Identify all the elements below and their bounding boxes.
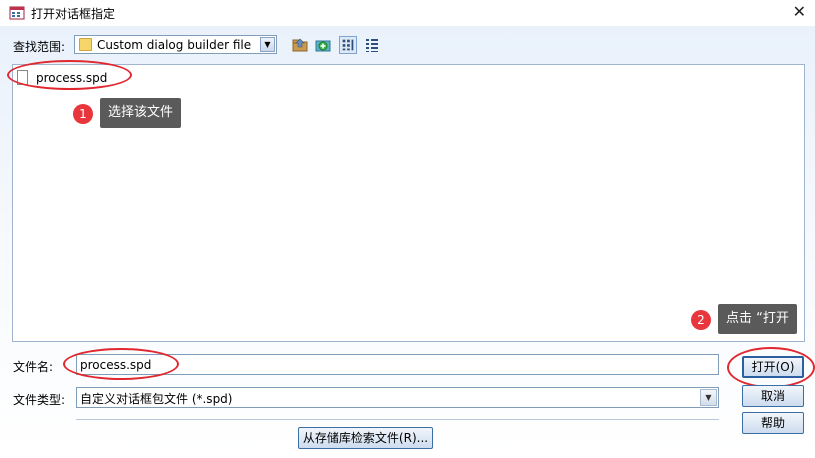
filename-label: 文件名: [13, 360, 54, 374]
list-view-icon[interactable] [339, 36, 357, 54]
file-name: process.spd [36, 71, 108, 85]
chevron-down-icon[interactable]: ▼ [260, 37, 275, 52]
help-button[interactable]: 帮助 [742, 412, 804, 434]
divider [76, 419, 719, 420]
app-icon [9, 6, 25, 20]
step-badge-2: 2 [691, 310, 711, 330]
filetype-value: 自定义对话框包文件 (*.spd) [80, 392, 233, 406]
title-bar: 打开对话框指定 ✕ [0, 0, 815, 26]
chevron-down-icon[interactable]: ▼ [700, 389, 717, 406]
look-in-combo[interactable]: Custom dialog builder file ▼ [74, 35, 277, 54]
tooltip-step-2: 点击 “打开 [718, 304, 797, 334]
dialog-body: 查找范围: Custom dialog builder file ▼ proce… [0, 26, 815, 458]
filename-input[interactable] [76, 354, 719, 375]
file-icon [17, 70, 28, 85]
open-button[interactable]: 打开(O) [742, 356, 804, 378]
up-folder-icon[interactable] [291, 36, 309, 54]
retrieve-from-repository-button[interactable]: 从存储库检索文件(R)... [298, 427, 433, 449]
cancel-button[interactable]: 取消 [742, 385, 804, 407]
look-in-value: Custom dialog builder file [97, 38, 252, 52]
close-icon[interactable]: ✕ [793, 3, 806, 21]
new-folder-icon[interactable] [314, 36, 332, 54]
step-badge-1: 1 [73, 104, 93, 124]
folder-icon [79, 38, 92, 51]
filetype-combo[interactable]: 自定义对话框包文件 (*.spd) ▼ [76, 387, 719, 408]
filetype-label: 文件类型: [13, 393, 66, 407]
details-view-icon[interactable] [363, 36, 381, 54]
window-title: 打开对话框指定 [31, 7, 116, 21]
look-in-label: 查找范围: [13, 40, 66, 54]
tooltip-step-1: 选择该文件 [100, 98, 182, 128]
